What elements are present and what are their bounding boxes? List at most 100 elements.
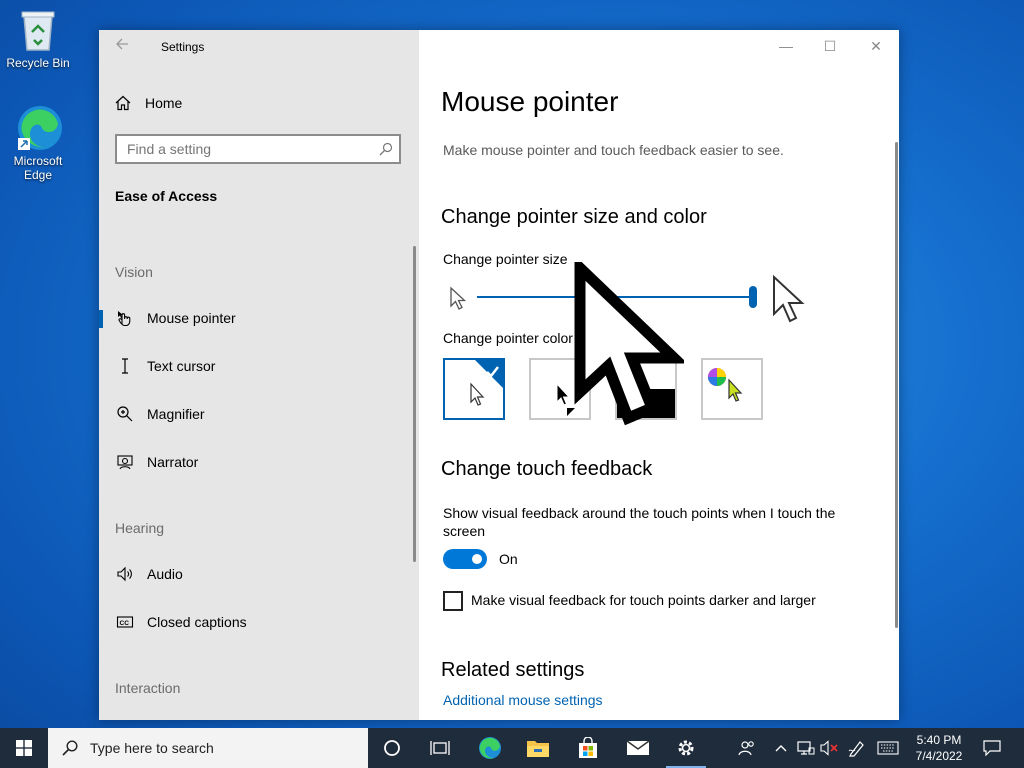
- show-hidden-icons-button[interactable]: [770, 728, 792, 768]
- text-cursor-icon: [115, 357, 135, 375]
- home-nav-item[interactable]: Home: [115, 92, 182, 114]
- recycle-bin-icon: [16, 6, 60, 54]
- gear-icon: [678, 740, 694, 756]
- taskbar: Type here to search 5:40 PM 7/4/2022: [0, 728, 1024, 768]
- page-title: Mouse pointer: [441, 86, 619, 117]
- pointer-section-heading: Change pointer size and color: [441, 206, 707, 228]
- group-heading-vision: Vision: [115, 264, 153, 280]
- section-title: Ease of Access: [115, 188, 218, 204]
- settings-window: Settings Home Ease of Access Vision Mous…: [99, 30, 899, 720]
- taskbar-search-placeholder: Type here to search: [90, 740, 214, 756]
- taskbar-edge-button[interactable]: [466, 728, 514, 768]
- microsoft-store-button[interactable]: [564, 728, 612, 768]
- clock-time: 5:40 PM: [916, 733, 962, 747]
- notification-icon: [983, 740, 1001, 756]
- small-pointer-icon: [449, 286, 467, 317]
- search-icon: [62, 740, 78, 756]
- search-input[interactable]: [117, 136, 377, 162]
- folder-icon: [527, 741, 549, 757]
- back-arrow-icon[interactable]: [115, 37, 133, 55]
- desktop-icon-label: Microsoft Edge: [13, 154, 63, 182]
- chevron-up-icon: [775, 745, 787, 752]
- windows-logo-icon: [16, 740, 32, 756]
- taskbar-search-box[interactable]: Type here to search: [48, 728, 368, 768]
- group-heading-interaction: Interaction: [115, 680, 181, 696]
- settings-taskbar-button[interactable]: [662, 728, 710, 768]
- sidebar-item-label: Narrator: [147, 454, 199, 470]
- touch-section-heading: Change touch feedback: [441, 458, 653, 480]
- search-icon: [379, 142, 393, 159]
- edge-icon: [479, 737, 501, 759]
- sidebar-item-text-cursor[interactable]: Text cursor: [99, 346, 399, 386]
- desktop-icon-recycle-bin[interactable]: Recycle Bin: [0, 6, 76, 70]
- mail-button[interactable]: [614, 728, 662, 768]
- mouse-pointer-icon: [115, 309, 135, 327]
- touch-feedback-toggle[interactable]: [443, 549, 487, 569]
- network-button[interactable]: [794, 728, 818, 768]
- darker-feedback-checkbox[interactable]: [443, 591, 463, 611]
- clock-date: 7/4/2022: [915, 749, 963, 763]
- volume-button[interactable]: [818, 728, 842, 768]
- pointer-size-slider-thumb[interactable]: [749, 286, 757, 308]
- toggle-state-label: On: [499, 551, 518, 567]
- main-scrollbar[interactable]: [895, 142, 898, 628]
- page-description: Make mouse pointer and touch feedback ea…: [443, 142, 784, 158]
- people-button[interactable]: [734, 728, 760, 768]
- closed-captions-icon: CC: [115, 613, 135, 631]
- sidebar: Settings Home Ease of Access Vision Mous…: [99, 30, 419, 720]
- magnifier-icon: [115, 405, 135, 423]
- task-view-icon: [430, 741, 450, 755]
- pointer-size-label: Change pointer size: [443, 251, 568, 267]
- taskbar-clock[interactable]: 5:40 PM 7/4/2022: [900, 732, 978, 764]
- cortana-circle-icon: [384, 740, 400, 756]
- desktop-icon-edge[interactable]: Microsoft Edge: [0, 104, 76, 182]
- pointer-color-white-option[interactable]: [443, 358, 505, 420]
- people-icon: [738, 741, 754, 756]
- darker-feedback-label: Make visual feedback for touch points da…: [471, 592, 816, 608]
- custom-color-pointer-icon: [708, 368, 743, 402]
- group-heading-hearing: Hearing: [115, 520, 165, 536]
- network-icon: [797, 741, 815, 755]
- white-pointer-icon: [470, 360, 503, 406]
- sidebar-item-label: Magnifier: [147, 406, 205, 422]
- desktop-icon-label: Recycle Bin: [6, 56, 70, 70]
- sidebar-item-audio[interactable]: Audio: [99, 554, 399, 594]
- sidebar-item-label: Text cursor: [147, 358, 216, 374]
- keyboard-icon: [877, 741, 899, 755]
- sidebar-item-mouse-pointer[interactable]: Mouse pointer: [99, 298, 399, 338]
- sidebar-item-narrator[interactable]: Narrator: [99, 442, 399, 482]
- sidebar-item-magnifier[interactable]: Magnifier: [99, 394, 399, 434]
- touch-keyboard-button[interactable]: [874, 728, 902, 768]
- sidebar-item-label: Mouse pointer: [147, 310, 236, 326]
- narrator-icon: [115, 453, 135, 471]
- mail-icon: [626, 740, 650, 755]
- home-icon: [115, 95, 131, 111]
- touch-feedback-label: Show visual feedback around the touch po…: [443, 505, 836, 539]
- speaker-icon: [115, 565, 135, 583]
- task-view-button[interactable]: [416, 728, 464, 768]
- start-button[interactable]: [0, 728, 48, 768]
- additional-mouse-settings-link[interactable]: Additional mouse settings: [443, 692, 603, 708]
- related-settings-heading: Related settings: [441, 659, 585, 681]
- pointer-color-custom-option[interactable]: [701, 358, 763, 420]
- speaker-muted-icon: [820, 740, 838, 756]
- find-setting-search[interactable]: [115, 134, 401, 164]
- toggle-knob: [472, 554, 482, 564]
- large-pointer-icon: [771, 274, 807, 331]
- sidebar-item-label: Closed captions: [147, 614, 247, 630]
- pen-workspace-button[interactable]: [844, 728, 870, 768]
- sidebar-item-label: Audio: [147, 566, 183, 582]
- home-label: Home: [145, 95, 183, 111]
- action-center-button[interactable]: [978, 728, 1006, 768]
- pen-icon: [848, 741, 864, 757]
- edge-icon: [16, 104, 62, 152]
- pointer-color-label: Change pointer color: [443, 330, 573, 346]
- cortana-button[interactable]: [368, 728, 416, 768]
- large-mouse-cursor-icon: [574, 255, 688, 431]
- file-explorer-button[interactable]: [514, 728, 562, 768]
- svg-text:CC: CC: [120, 620, 130, 627]
- window-title: Settings: [161, 40, 205, 54]
- sidebar-scrollbar[interactable]: [413, 246, 416, 562]
- store-bag-icon: [579, 737, 597, 758]
- sidebar-item-closed-captions[interactable]: CC Closed captions: [99, 602, 399, 642]
